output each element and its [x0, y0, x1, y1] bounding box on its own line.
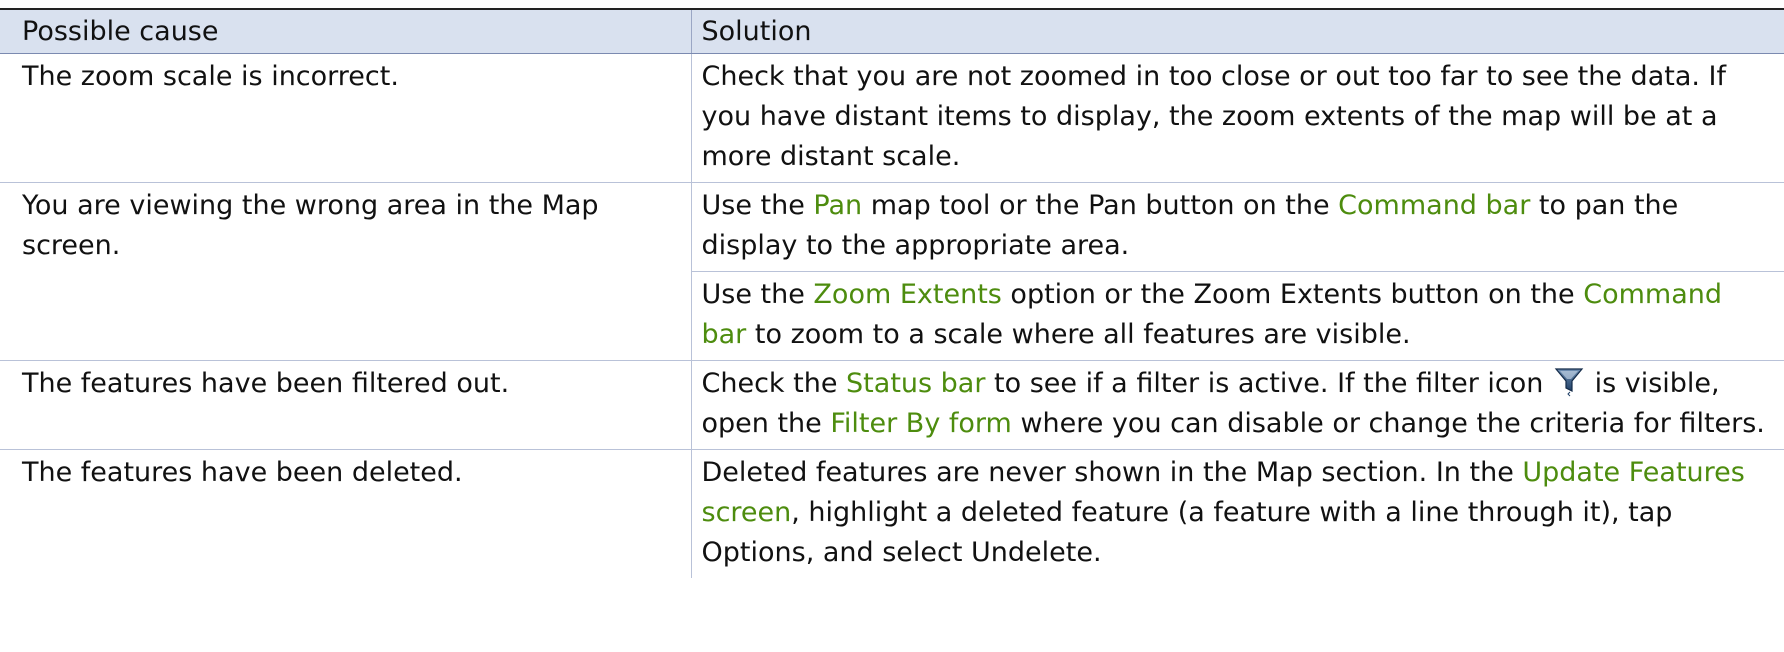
- solution-text: Use the: [701, 189, 814, 221]
- solution-cell: Check that you are not zoomed in too clo…: [690, 53, 1784, 183]
- solution-text: to zoom to a scale where all features ar…: [746, 318, 1411, 350]
- table-row: The zoom scale is incorrect. Check that …: [0, 53, 1784, 183]
- cause-cell: The zoom scale is incorrect.: [0, 53, 691, 183]
- troubleshooting-table: Possible cause Solution The zoom scale i…: [0, 8, 1784, 578]
- header-possible-cause: Possible cause: [0, 8, 691, 54]
- solution-cell: Deleted features are never shown in the …: [690, 449, 1784, 578]
- solution-text: , highlight a deleted feature (a feature…: [791, 496, 1673, 528]
- solution-text: where you can disable or change the crit…: [1011, 407, 1765, 439]
- solution-cell: Use the Pan map tool or the Pan button o…: [690, 182, 1784, 272]
- table-header-row: Possible cause Solution: [0, 8, 1784, 54]
- pan-link[interactable]: Pan: [813, 190, 862, 221]
- solution-text: option or the Zoom Extents button on the: [1001, 278, 1584, 310]
- table-row: The features have been filtered out. Che…: [0, 360, 1784, 450]
- solution-cell: Check the Status bar to see if a filter …: [690, 360, 1784, 450]
- solution-text: Check the: [701, 367, 847, 399]
- cause-cell: The features have been filtered out.: [0, 360, 691, 450]
- command-bar-link[interactable]: Command bar: [1338, 190, 1530, 221]
- filter-funnel-icon: [1554, 367, 1584, 396]
- cause-cell: The features have been deleted.: [22, 456, 463, 488]
- status-bar-link[interactable]: Status bar: [846, 368, 985, 399]
- solution-text: Deleted features are never shown in the …: [701, 456, 1523, 488]
- solution-text: to see if a filter is active. If the fil…: [985, 367, 1552, 399]
- header-solution: Solution: [690, 8, 1784, 54]
- solution-cell: Use the Zoom Extents option or the Zoom …: [690, 271, 1784, 361]
- solution-text: Use the: [701, 278, 814, 310]
- solution-text: map tool or the Pan button on the: [862, 189, 1339, 221]
- top-rule: [0, 0, 1784, 8]
- solution-text: , and select Undelete.: [805, 536, 1102, 568]
- options-label: Options: [701, 536, 806, 568]
- table-row: The features have been deleted. Deleted …: [0, 449, 1784, 578]
- table-row: You are viewing the wrong area in the Ma…: [0, 182, 1784, 361]
- zoom-extents-link[interactable]: Zoom Extents: [813, 279, 1001, 310]
- cause-cell: You are viewing the wrong area in the Ma…: [0, 182, 691, 361]
- filter-by-form-link[interactable]: Filter By form: [830, 408, 1012, 439]
